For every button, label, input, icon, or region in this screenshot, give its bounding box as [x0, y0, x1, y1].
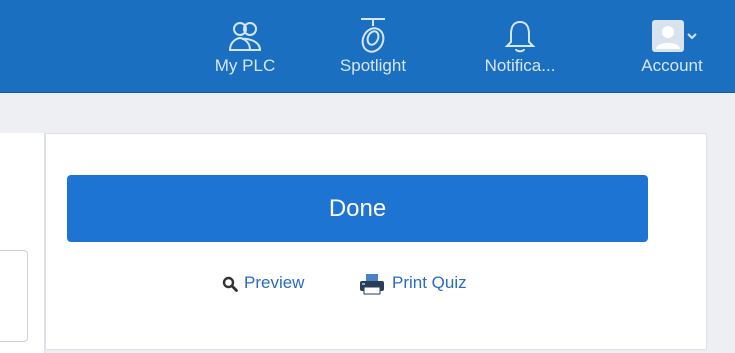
my-plc-icon	[228, 22, 262, 51]
top-navigation-bar: My PLC Spotlight Notifica... Account	[0, 0, 735, 93]
nav-label: My PLC	[214, 56, 276, 75]
sub-header-strip	[0, 93, 735, 133]
nav-my-plc[interactable]: My PLC	[195, 16, 295, 76]
nav-notifications[interactable]: Notifica...	[470, 16, 570, 76]
nav-label: Spotlight	[339, 56, 407, 75]
search-icon	[222, 276, 238, 292]
preview-label: Preview	[244, 273, 305, 292]
quiz-links-row: Preview Print Quiz	[0, 270, 735, 300]
nav-label: Notifica...	[484, 56, 556, 75]
spotlight-icon	[361, 18, 385, 53]
done-button[interactable]: Done	[67, 175, 648, 242]
nav-account[interactable]: Account	[622, 16, 722, 76]
print-quiz-link[interactable]: Print Quiz	[358, 270, 467, 296]
avatar-icon	[652, 20, 697, 52]
nav-spotlight[interactable]: Spotlight	[323, 16, 423, 76]
bell-icon	[504, 20, 536, 53]
preview-link[interactable]: Preview	[222, 270, 304, 296]
print-quiz-label: Print Quiz	[392, 273, 467, 292]
printer-icon	[360, 273, 384, 295]
nav-label: Account	[641, 56, 703, 75]
